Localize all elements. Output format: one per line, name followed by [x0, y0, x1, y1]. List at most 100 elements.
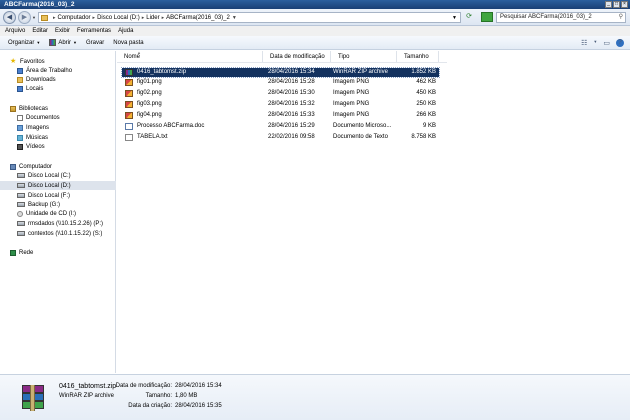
nav-item-desktop[interactable]: Área de Trabalho — [17, 66, 133, 75]
file-size: 1.852 KB — [411, 69, 436, 75]
details-modified-label: Data de modificação: — [115, 383, 172, 389]
table-row[interactable]: TABELA.txt 22/02/2016 09:58 Documento de… — [122, 133, 439, 142]
table-row[interactable]: Processo ABCFarma.doc 28/04/2016 15:29 D… — [122, 122, 439, 131]
nav-item-music[interactable]: Músicas — [17, 133, 133, 142]
header-divider — [117, 62, 447, 63]
details-created-label: Data da criação: — [128, 403, 172, 409]
menu-exibir[interactable]: Exibir — [55, 26, 70, 36]
help-icon[interactable]: ? — [616, 39, 624, 47]
burn-button[interactable]: Gravar — [86, 40, 104, 46]
recent-places-icon — [17, 85, 23, 92]
nav-label: contextos (\\10.1.15.22) (S:) — [28, 230, 103, 237]
view-chevron-down-icon[interactable]: ▼ — [593, 39, 597, 47]
search-input[interactable]: Pesquisar ABCFarma(2016_03)_2 ⚲ — [496, 12, 626, 23]
back-button[interactable]: ◀ — [3, 11, 16, 24]
crumb-current-folder[interactable]: ABCFarma(2016_03)_2 — [166, 15, 230, 21]
nav-item-disco-d[interactable]: Disco Local (D:) — [0, 181, 116, 190]
forward-button[interactable]: ▶ — [18, 11, 31, 24]
chevron-right-icon[interactable]: ▸ — [93, 15, 96, 21]
file-type: Documento Microso... — [333, 123, 392, 129]
open-button[interactable]: Abrir ▼ — [49, 39, 77, 46]
column-header-name[interactable]: Nome ▲ — [117, 50, 263, 62]
new-folder-button[interactable]: Nova pasta — [113, 40, 143, 46]
file-name: fig04.png — [137, 112, 162, 118]
crumb-computer[interactable]: Computador — [58, 15, 91, 21]
column-header-size[interactable]: Tamanho — [397, 51, 439, 62]
recent-pages-chevron-icon[interactable]: ▼ — [32, 15, 36, 20]
documents-icon — [17, 114, 23, 121]
nav-favorites[interactable]: ★ Favoritos — [10, 57, 126, 66]
crumb-disco-d[interactable]: Disco Local (D:) — [97, 15, 140, 21]
zip-icon — [125, 69, 133, 76]
table-row[interactable]: fig03.png 28/04/2016 15:32 Imagem PNG 25… — [122, 100, 439, 109]
file-name: Processo ABCFarma.doc — [137, 123, 205, 129]
drive-icon — [17, 193, 25, 198]
breadcrumb[interactable]: ▸ Computador ▸ Disco Local (D:) ▸ Lider … — [38, 12, 461, 23]
nav-item-disco-f[interactable]: Disco Local (F:) — [0, 191, 116, 200]
nav-item-downloads[interactable]: Downloads — [17, 75, 133, 84]
details-size-value: 1,80 MB — [175, 393, 198, 399]
nav-item-rmsdados[interactable]: rmsdados (\\10.15.2.26) (P:) — [0, 219, 116, 228]
nav-item-locais[interactable]: Locais — [17, 84, 133, 93]
file-type: Imagem PNG — [333, 112, 370, 118]
nav-label: Documentos — [26, 114, 60, 121]
nav-computer[interactable]: Computador — [10, 162, 126, 171]
details-modified-value: 28/04/2016 15:34 — [175, 383, 222, 389]
file-modified: 22/02/2016 09:58 — [268, 134, 315, 140]
desktop-icon — [17, 67, 23, 74]
organize-label: Organizar — [8, 39, 35, 46]
nav-item-contextos[interactable]: contextos (\\10.1.15.22) (S:) — [0, 229, 116, 238]
png-icon — [125, 101, 133, 108]
table-row[interactable]: 0416_tabtomst.zip 28/04/2016 15:34 WinRA… — [121, 67, 440, 78]
chevron-down-icon: ▼ — [72, 40, 77, 45]
column-header-type[interactable]: Tipo — [331, 51, 397, 62]
table-row[interactable]: fig02.png 28/04/2016 15:30 Imagem PNG 45… — [122, 89, 439, 98]
organize-button[interactable]: Organizar ▼ — [8, 40, 40, 46]
nav-network[interactable]: Rede — [10, 248, 126, 257]
png-icon — [125, 90, 133, 97]
nav-item-cd[interactable]: Unidade de CD (I:) — [0, 209, 116, 218]
details-pane: 0416_tabtomst.zip WinRAR ZIP archive Dat… — [0, 374, 630, 420]
crumb-lider[interactable]: Lider — [146, 15, 159, 21]
nav-item-videos[interactable]: Vídeos — [17, 142, 133, 151]
nav-item-pictures[interactable]: Imagens — [17, 123, 133, 132]
chevron-down-icon[interactable]: ▼ — [232, 15, 237, 21]
nav-label: Bibliotecas — [19, 105, 49, 112]
minimize-button[interactable]: _ — [605, 1, 612, 8]
chevron-right-icon[interactable]: ▸ — [162, 15, 165, 21]
word-doc-icon — [125, 123, 133, 130]
address-dropdown-icon[interactable]: ▼ — [452, 15, 457, 21]
nav-item-documents[interactable]: Documentos — [17, 113, 133, 122]
network-icon — [10, 249, 16, 256]
nav-label: Disco Local (C:) — [28, 172, 71, 179]
chevron-right-icon[interactable]: ▸ — [53, 15, 56, 21]
file-size: 250 KB — [416, 101, 436, 107]
menu-ferramentas[interactable]: Ferramentas — [77, 26, 111, 36]
menu-editar[interactable]: Editar — [32, 26, 48, 36]
maximize-button[interactable]: □ — [613, 1, 620, 8]
nav-item-disco-c[interactable]: Disco Local (C:) — [0, 171, 116, 180]
nav-label: Locais — [26, 85, 44, 92]
nav-label: Favoritos — [20, 58, 45, 65]
close-button[interactable]: × — [621, 1, 628, 8]
menu-arquivo[interactable]: Arquivo — [5, 26, 25, 36]
details-created-value: 28/04/2016 15:35 — [175, 403, 222, 409]
refresh-icon[interactable]: ⟳ — [464, 12, 474, 23]
drive-icon — [17, 183, 25, 188]
table-row[interactable]: fig01.png 28/04/2016 15:28 Imagem PNG 46… — [122, 78, 439, 87]
nav-label: Unidade de CD (I:) — [26, 210, 77, 217]
menu-ajuda[interactable]: Ajuda — [118, 26, 133, 36]
table-row[interactable]: fig04.png 28/04/2016 15:33 Imagem PNG 26… — [122, 111, 439, 120]
go-button[interactable] — [481, 12, 493, 22]
view-options-icon[interactable]: ☷ — [581, 39, 587, 47]
star-icon: ★ — [10, 58, 17, 65]
column-header-modified[interactable]: Data de modificação — [263, 51, 331, 62]
nav-item-backup[interactable]: Backup (G:) — [0, 200, 116, 209]
menu-bar: Arquivo Editar Exibir Ferramentas Ajuda — [0, 26, 630, 36]
file-modified: 28/04/2016 15:34 — [268, 69, 315, 75]
search-icon[interactable]: ⚲ — [619, 13, 623, 22]
preview-pane-icon[interactable]: ▭ — [603, 39, 610, 47]
nav-libraries[interactable]: Bibliotecas — [10, 104, 126, 113]
chevron-right-icon[interactable]: ▸ — [142, 15, 145, 21]
file-modified: 28/04/2016 15:32 — [268, 101, 315, 107]
